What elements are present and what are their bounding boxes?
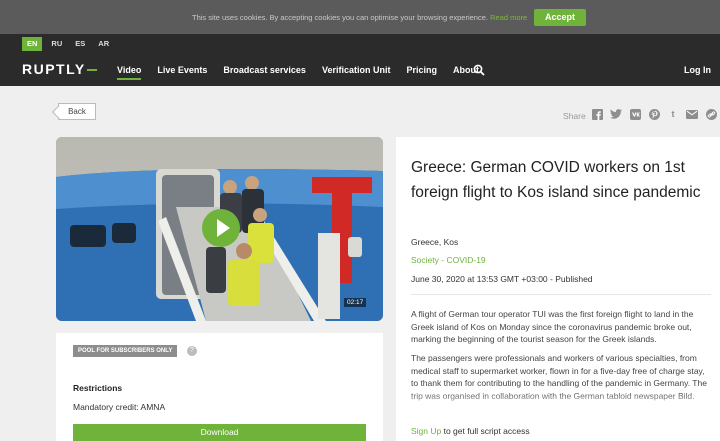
tag-covid-19[interactable]: COVID-19 [446, 255, 485, 265]
menu-pricing[interactable]: Pricing [406, 65, 437, 75]
facebook-icon[interactable] [591, 108, 603, 120]
article-location: Greece, Kos [411, 237, 459, 247]
lang-ar[interactable]: AR [94, 37, 113, 51]
top-navigation: EN RU ES AR RUPTLY Video Live Events Bro… [0, 34, 720, 86]
search-icon[interactable] [473, 64, 485, 76]
menu-video[interactable]: Video [117, 65, 142, 80]
lang-en[interactable]: EN [22, 37, 43, 51]
ruptly-logo[interactable]: RUPTLY [22, 61, 97, 77]
article-date: June 30, 2020 at 13:53 GMT +03:00 - Publ… [411, 274, 593, 284]
lang-ru[interactable]: RU [47, 37, 66, 51]
tag-society[interactable]: Society [411, 255, 439, 265]
menu-broadcast-services[interactable]: Broadcast services [223, 65, 306, 75]
tumblr-icon[interactable]: t [667, 108, 679, 120]
pinterest-icon[interactable] [648, 108, 660, 120]
text-fade-overlay [411, 392, 711, 410]
help-icon[interactable]: ? [187, 346, 197, 356]
divider [411, 294, 711, 295]
signup-link[interactable]: Sign Up [411, 426, 441, 436]
main-menu: Video Live Events Broadcast services Ver… [117, 65, 495, 80]
clip-info-card: POOL FOR SUBSCRIBERS ONLY ? Restrictions… [56, 333, 383, 441]
restrictions-title: Restrictions [73, 383, 123, 393]
cookie-read-more-link[interactable]: Read more [490, 13, 527, 22]
logo-underscore [86, 69, 97, 72]
restrictions-text: Mandatory credit: AMNA [73, 402, 166, 412]
mail-icon[interactable] [686, 108, 698, 120]
signup-prompt: Sign Up to get full script access [411, 426, 530, 436]
download-button[interactable]: Download [73, 424, 366, 441]
link-icon[interactable] [705, 108, 717, 120]
video-duration: 02:17 [344, 298, 367, 307]
signup-text: to get full script access [441, 426, 530, 436]
cookie-text: This site uses cookies. By accepting coo… [192, 13, 527, 22]
article-title: Greece: German COVID workers on 1st fore… [411, 159, 701, 201]
logo-text: RUPTLY [22, 61, 86, 77]
lang-es[interactable]: ES [71, 37, 89, 51]
article-paragraph-1: A flight of German tour operator TUI was… [411, 309, 694, 344]
video-player[interactable] [56, 137, 383, 321]
twitter-icon[interactable] [610, 108, 622, 120]
login-link[interactable]: Log In [684, 65, 711, 75]
article-tags: Society - COVID-19 [411, 255, 486, 265]
share-icons: t [591, 108, 720, 120]
pool-badge: POOL FOR SUBSCRIBERS ONLY [73, 345, 178, 357]
cookie-message: This site uses cookies. By accepting coo… [192, 13, 488, 22]
cookie-banner: This site uses cookies. By accepting coo… [0, 0, 720, 34]
play-button[interactable] [202, 209, 240, 247]
share-label: Share [563, 111, 586, 121]
back-button[interactable]: Back [58, 103, 96, 120]
accept-cookies-button[interactable]: Accept [534, 9, 586, 26]
vk-icon[interactable] [629, 108, 641, 120]
article-card: Greece: German COVID workers on 1st fore… [396, 137, 720, 441]
menu-live-events[interactable]: Live Events [157, 65, 207, 75]
menu-verification-unit[interactable]: Verification Unit [322, 65, 391, 75]
language-switcher: EN RU ES AR [22, 37, 118, 51]
